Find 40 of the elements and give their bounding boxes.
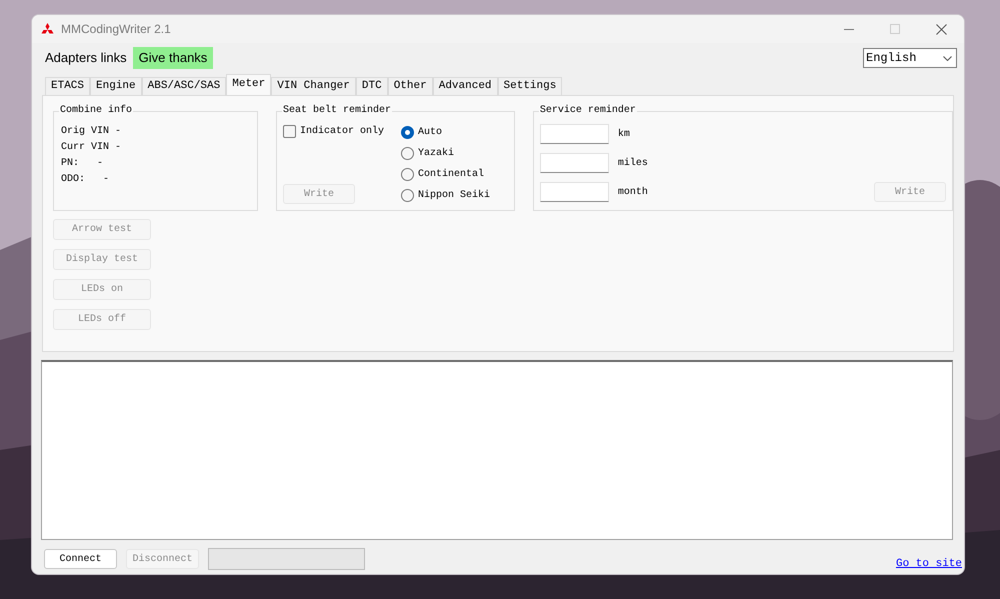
indicator-checkbox[interactable]: Indicator only [283,124,401,139]
radio-button[interactable] [401,189,414,202]
info-line: Curr VIN - [61,141,122,155]
language-dropdown[interactable]: English [863,48,957,68]
radio-button[interactable] [401,126,414,139]
tab[interactable]: DTC [356,77,388,95]
radio-option[interactable]: Auto [401,125,490,140]
tab[interactable]: ETACS [45,77,90,95]
number-field[interactable] [540,182,609,202]
number-field[interactable] [540,153,609,173]
info-line: Orig VIN - [61,125,122,139]
unit-label: miles [618,156,648,170]
tab[interactable]: Advanced [432,77,498,95]
info-line: PN: - [61,157,104,171]
radio-button[interactable] [401,168,414,181]
tab[interactable]: Engine [90,77,142,95]
unit-label: km [618,128,630,142]
tab[interactable]: Other [388,77,433,95]
maximize-icon [890,24,900,34]
tab[interactable]: Meter [226,74,272,95]
number-field[interactable] [540,124,609,144]
tab[interactable]: ABS/ASC/SAS [142,77,226,95]
radio-option[interactable]: Yazaki [401,146,490,161]
radio-option[interactable]: Nippon Seiki [401,188,490,203]
info-line: ODO: - [61,173,110,187]
minimize-icon [844,28,854,30]
menu-item[interactable]: Give thanks [132,47,214,69]
radio-button[interactable] [401,147,414,160]
checkbox[interactable] [283,125,296,138]
tab[interactable]: Settings [498,77,562,95]
window-title: MMCodingWriter 2.1 [61,21,171,38]
radio-option[interactable]: Continental [401,167,490,182]
tab[interactable]: VIN Changer [271,77,356,95]
menu-item[interactable]: Adapters links [39,47,133,69]
action-button[interactable]: Connect [44,549,117,569]
unit-label: month [618,186,648,200]
diamonds-logo-icon [40,22,55,36]
close-icon [936,24,946,34]
site-link[interactable]: Go to site [896,556,962,572]
chevron-down-icon [943,56,952,60]
